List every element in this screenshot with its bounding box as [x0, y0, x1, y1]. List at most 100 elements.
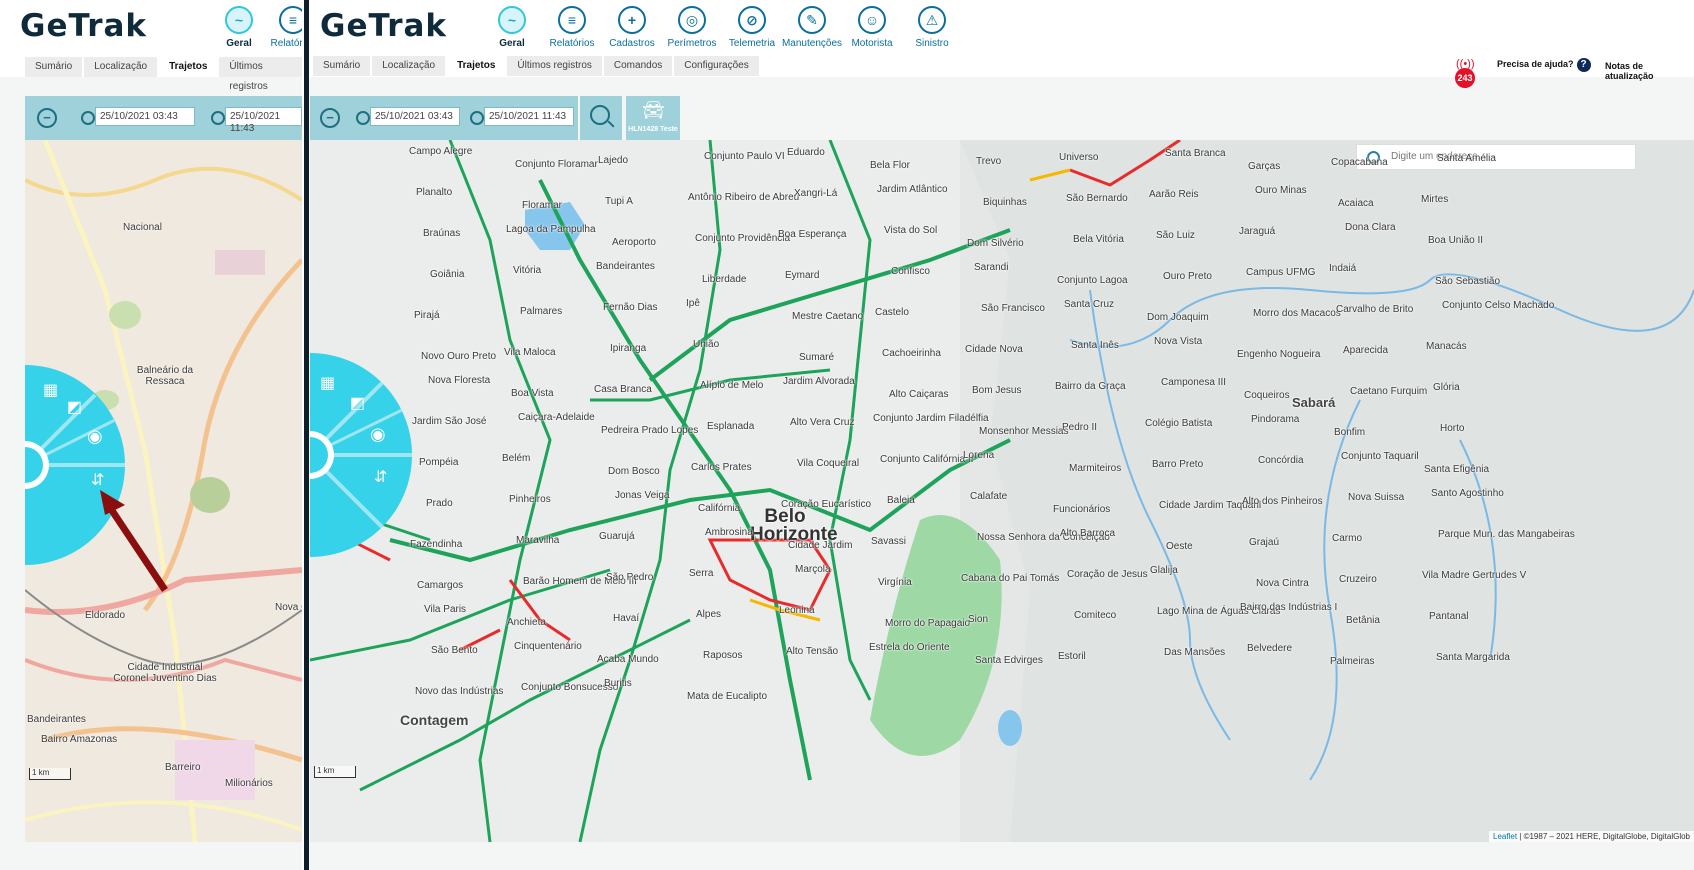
collapse-button[interactable]: −: [320, 108, 340, 128]
date-end-input[interactable]: 25/10/2021 11:43: [484, 107, 574, 126]
place-label: Nova Suissa: [1348, 492, 1405, 503]
target-icon: ◎: [678, 6, 706, 34]
place-label: Dom Bosco: [608, 466, 660, 477]
place-label: Barro Preto: [1152, 459, 1204, 470]
vehicle-button[interactable]: 🚘︎ HLN1428 Teste: [626, 96, 680, 140]
place-label: Fazendinha: [410, 539, 463, 550]
place-label: Bairro Amazonas: [41, 734, 118, 745]
place-label: Fernão Dias: [603, 302, 658, 313]
map-view[interactable]: ▦ ◩ ◉ ⇵ Nacional Balneário da Ressaca El…: [25, 140, 302, 842]
place-label: Betânia: [1346, 615, 1380, 626]
date-end-input[interactable]: 25/10/2021 11:43: [225, 107, 302, 134]
place-label: Dom Joaquim: [1147, 312, 1209, 323]
car-icon: 🚘︎: [642, 100, 665, 120]
report-icon: ≡: [279, 6, 302, 34]
svg-text:▦: ▦: [43, 382, 58, 399]
place-label: Coqueiros: [1244, 390, 1290, 401]
place-label: Pompéia: [419, 457, 459, 468]
place-label: Eymard: [785, 270, 820, 281]
place-label: Anchieta: [507, 617, 546, 628]
tab-ultimos-registros[interactable]: Últimos registros: [219, 57, 302, 92]
place-label: Biquinhas: [983, 197, 1027, 208]
place-label: Virgínia: [878, 577, 912, 588]
place-label: Colégio Batista: [1145, 418, 1213, 429]
place-label: Campo Alegre: [409, 146, 473, 157]
place-label: Cachoeirinha: [882, 348, 941, 359]
place-label: Aeroporto: [612, 237, 656, 248]
place-label: Concórdia: [1258, 455, 1304, 466]
place-label: Ouro Preto: [1163, 271, 1212, 282]
place-label: Conjunto Lagoa: [1057, 275, 1128, 286]
date-start-input[interactable]: 25/10/2021 03:43: [370, 107, 460, 126]
date-start-input[interactable]: 25/10/2021 03:43: [95, 107, 195, 126]
place-label: Lagoa da Pampulha: [506, 224, 596, 235]
city-label: Contagem: [400, 712, 469, 728]
place-label: Carlos Prates: [691, 462, 752, 473]
place-label: Grajaú: [1249, 537, 1280, 548]
release-notes-link[interactable]: Notas de atualização: [1605, 61, 1694, 81]
map-attribution: Leaflet | ©1987 – 2021 HERE, DigitalGlob…: [1489, 831, 1694, 842]
map-scale: 1 km: [314, 766, 356, 778]
tab-localizacao[interactable]: Localização: [372, 56, 446, 76]
nav-relatorios[interactable]: ≡ Relatórios: [256, 4, 302, 49]
place-label: São Sebastião: [1435, 276, 1501, 287]
tab-comandos[interactable]: Comandos: [603, 56, 673, 76]
place-label: Funcionários: [1053, 504, 1111, 515]
place-label: Castelo: [875, 307, 909, 318]
place-label: Santa Margarida: [1436, 652, 1510, 663]
place-label: Conjunto Taquaril: [1341, 451, 1419, 462]
place-label: Alto Tensão: [786, 646, 839, 657]
place-label: Confisco: [891, 266, 930, 277]
place-label: Vila Coqueiral: [797, 458, 860, 469]
chart-icon: ~: [498, 6, 526, 34]
place-label: Alto dos Pinheiros: [1242, 496, 1323, 507]
place-label: Manacás: [1426, 341, 1467, 352]
tab-configuracoes[interactable]: Configurações: [674, 56, 759, 76]
notification-badge[interactable]: 243: [1455, 68, 1475, 88]
place-label: Camargos: [417, 580, 464, 591]
place-label: Dom Silvério: [967, 238, 1024, 249]
calendar-icon: [211, 111, 225, 125]
tab-trajetos[interactable]: Trajetos: [447, 56, 506, 76]
nav-sinistro[interactable]: ⚠ Sinistro: [895, 4, 969, 49]
place-label: Guarujá: [599, 531, 635, 542]
place-label: Vila Madre Gertrudes V: [1422, 570, 1527, 581]
compass-icon: ⊘: [738, 6, 766, 34]
address-search-input[interactable]: Digite um endereço...: [1356, 144, 1636, 170]
place-label: Raposos: [703, 650, 743, 661]
svg-text:◉: ◉: [370, 424, 386, 444]
place-label: Copacabana: [1331, 157, 1388, 168]
place-label: Alto Vera Cruz: [790, 417, 855, 428]
place-label: Boa União II: [1428, 235, 1484, 246]
place-label: Nova C: [275, 602, 302, 613]
place-label: Buritis: [604, 678, 632, 689]
place-label: São Pedro: [606, 572, 654, 583]
tab-sumario[interactable]: Sumário: [313, 56, 371, 76]
tab-sumario[interactable]: Sumário: [25, 57, 83, 77]
tab-localizacao[interactable]: Localização: [84, 57, 158, 77]
svg-text:◉: ◉: [87, 426, 103, 446]
place-label: Camponesa III: [1161, 377, 1227, 388]
place-label: Morro dos Macacos: [1253, 308, 1341, 319]
tab-ultimos-registros[interactable]: Últimos registros: [507, 56, 602, 76]
place-label: Liberdade: [702, 274, 747, 285]
place-label: Conjunto Paulo VI: [704, 151, 785, 162]
place-label: Ouro Minas: [1255, 185, 1307, 196]
place-label: Sumaré: [799, 352, 835, 363]
collapse-button[interactable]: −: [37, 108, 57, 128]
map-view[interactable]: ▦ ◩ ◉ ⇵ Digite um endereço... Belo Horiz…: [310, 140, 1694, 842]
place-label: Universo: [1059, 152, 1099, 163]
place-label: Vista do Sol: [884, 225, 938, 236]
tab-trajetos[interactable]: Trajetos: [159, 57, 218, 77]
alarm-icon: ⚠: [918, 6, 946, 34]
place-label: Caetano Furquim: [1350, 386, 1428, 397]
place-label: Santa Efigênia: [1424, 464, 1490, 475]
leaflet-link[interactable]: Leaflet: [1493, 832, 1517, 841]
place-label: Acaba Mundo: [597, 654, 659, 665]
place-label: Pinheiros: [509, 494, 551, 505]
search-button[interactable]: [580, 96, 622, 140]
place-label: Alípio de Melo: [700, 380, 764, 391]
place-label: Goiânia: [430, 269, 465, 280]
help-link[interactable]: Precisa de ajuda??: [1497, 58, 1591, 72]
place-label: Nova Floresta: [428, 375, 491, 386]
